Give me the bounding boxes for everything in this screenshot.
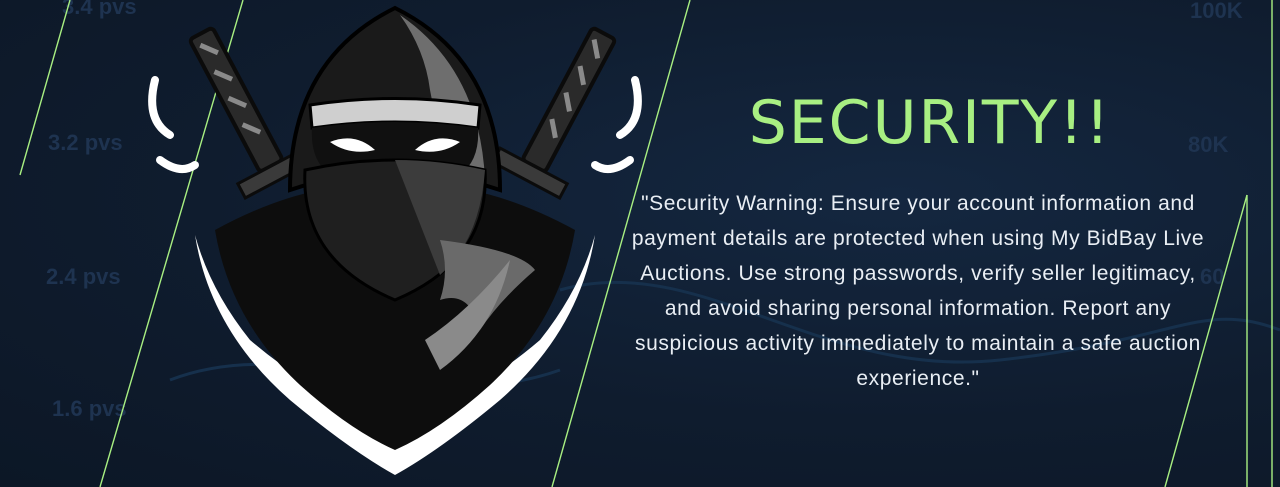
page-title: SECURITY!!: [748, 88, 1112, 158]
ninja-mascot-icon: [148, 5, 642, 475]
security-banner: 3.4 pvs 3.2 pvs 2.4 pvs 1.6 pvs 100K 80K…: [0, 0, 1280, 487]
security-warning-text: "Security Warning: Ensure your account i…: [631, 192, 1205, 390]
